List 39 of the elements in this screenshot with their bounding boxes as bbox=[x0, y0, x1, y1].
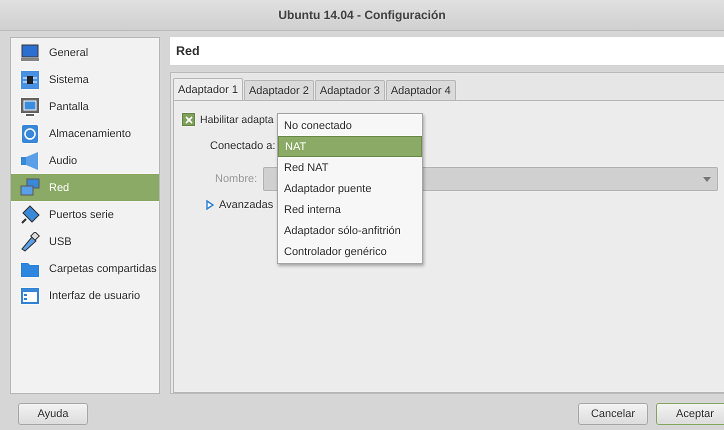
field-label: Nombre: bbox=[215, 173, 258, 185]
sidebar-item[interactable]: Almacenamiento bbox=[11, 120, 159, 147]
page-title: Red bbox=[176, 44, 200, 58]
chip-icon bbox=[20, 70, 40, 90]
sidebar-item[interactable]: Pantalla bbox=[11, 93, 159, 120]
menu-item[interactable]: Controlador genérico bbox=[278, 241, 422, 262]
window-icon bbox=[20, 286, 40, 306]
tab[interactable]: Adaptador 1 bbox=[173, 78, 243, 101]
checkbox[interactable] bbox=[182, 113, 195, 126]
expander-label[interactable]: Avanzadas bbox=[219, 199, 274, 211]
caret-icon bbox=[703, 176, 711, 182]
sidebar-item[interactable]: Puertos serie bbox=[11, 201, 159, 228]
sidebar-item[interactable]: Carpetas compartidas bbox=[11, 255, 159, 282]
menu-item[interactable]: Red interna bbox=[278, 199, 422, 220]
menu-item[interactable]: Adaptador sólo-anfitrión bbox=[278, 220, 422, 241]
menu-item[interactable]: Red NAT bbox=[278, 157, 422, 178]
sidebar-item[interactable]: General bbox=[11, 39, 159, 66]
cancel-button[interactable]: Cancelar bbox=[578, 403, 648, 425]
usb-icon bbox=[20, 232, 40, 252]
sidebar-item[interactable]: USB bbox=[11, 228, 159, 255]
field-label: Conectado a: bbox=[210, 140, 276, 152]
speaker-icon bbox=[20, 150, 40, 170]
tab[interactable]: Adaptador 2 bbox=[244, 80, 314, 101]
expand-arrow-icon[interactable] bbox=[206, 200, 214, 210]
sidebar-item[interactable]: Interfaz de usuario bbox=[11, 282, 159, 309]
help-button[interactable]: Ayuda bbox=[18, 403, 88, 425]
sidebar-item[interactable]: Sistema bbox=[11, 66, 159, 93]
sidebar-item[interactable]: Audio bbox=[11, 147, 159, 174]
menu-item[interactable]: No conectado bbox=[278, 115, 422, 136]
window-title: Ubuntu 14.04 - Configuración bbox=[278, 8, 446, 22]
display-icon bbox=[20, 96, 40, 116]
tab[interactable]: Adaptador 3 bbox=[314, 80, 385, 101]
tab[interactable]: Adaptador 4 bbox=[386, 80, 456, 101]
checkbox-label: Habilitar adapta bbox=[200, 114, 274, 126]
ok-button[interactable]: Aceptar bbox=[656, 403, 724, 425]
menu-item[interactable]: Adaptador puente bbox=[278, 178, 422, 199]
network-icon bbox=[20, 178, 40, 198]
serial-port-icon bbox=[20, 204, 40, 224]
monitor-icon bbox=[20, 42, 40, 62]
